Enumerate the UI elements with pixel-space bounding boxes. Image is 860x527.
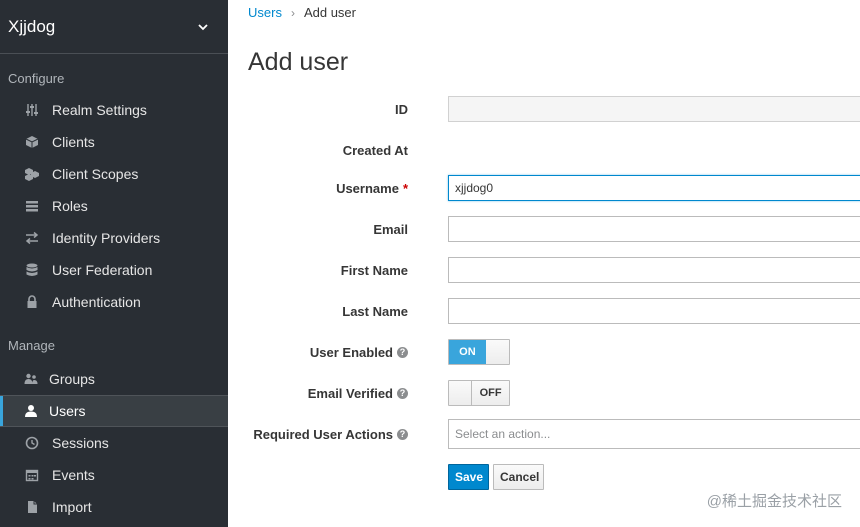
sidebar-item-authentication[interactable]: Authentication bbox=[0, 286, 228, 318]
first-name-row: First Name bbox=[228, 256, 860, 284]
last-name-label-text: Last Name bbox=[342, 303, 408, 319]
sidebar-item-identity-providers[interactable]: Identity Providers bbox=[0, 222, 228, 254]
sidebar-item-label: Client Scopes bbox=[52, 166, 139, 182]
email-verified-toggle[interactable]: OFF bbox=[448, 380, 510, 406]
toggle-off-label: OFF bbox=[472, 381, 509, 405]
created-at-label: Created At bbox=[343, 143, 408, 158]
required-actions-select[interactable] bbox=[448, 419, 860, 449]
toggle-knob bbox=[485, 340, 509, 364]
sidebar-item-label: Authentication bbox=[52, 294, 141, 310]
email-row: Email bbox=[228, 215, 860, 243]
sidebar-item-groups[interactable]: Groups bbox=[0, 363, 228, 395]
realm-name: Xjjdog bbox=[8, 16, 56, 36]
sidebar-item-roles[interactable]: Roles bbox=[0, 190, 228, 222]
username-field[interactable] bbox=[448, 175, 860, 201]
sidebar-item-label: Users bbox=[49, 403, 86, 419]
sidebar-item-realm-settings[interactable]: Realm Settings bbox=[0, 94, 228, 126]
manage-section-label: Manage bbox=[8, 338, 55, 353]
sidebar-item-label: Groups bbox=[49, 371, 95, 387]
last-name-label: Last Name bbox=[342, 304, 408, 319]
username-label-text: Username bbox=[336, 180, 399, 196]
cubes-icon bbox=[24, 166, 40, 182]
page-title: Add user bbox=[248, 48, 349, 76]
email-verified-label: Email Verified? bbox=[308, 386, 408, 401]
main-content: Users › Add user Add user ID Created At … bbox=[228, 0, 860, 527]
watermark: @稀土掘金技术社区 bbox=[706, 493, 842, 510]
sidebar-item-label: Roles bbox=[52, 198, 88, 214]
help-icon[interactable]: ? bbox=[397, 387, 408, 399]
sidebar-item-label: Realm Settings bbox=[52, 102, 147, 118]
import-icon bbox=[24, 499, 40, 515]
required-actions-label: Required User Actions? bbox=[253, 427, 408, 442]
toggle-knob bbox=[449, 381, 473, 405]
id-field bbox=[448, 96, 860, 122]
sidebar-item-user-federation[interactable]: User Federation bbox=[0, 254, 228, 286]
users-icon bbox=[23, 371, 39, 387]
sidebar-item-events[interactable]: Events bbox=[0, 459, 228, 491]
first-name-label: First Name bbox=[341, 263, 408, 278]
last-name-row: Last Name bbox=[228, 297, 860, 325]
sidebar-item-label: Events bbox=[52, 467, 95, 483]
manage-nav: Groups Users Sessions Events Import bbox=[0, 363, 228, 523]
id-label-text: ID bbox=[395, 101, 408, 117]
form-actions: Save Cancel bbox=[228, 463, 860, 491]
sidebar: Xjjdog Configure Realm Settings Clients … bbox=[0, 0, 228, 527]
configure-section-label: Configure bbox=[8, 71, 65, 86]
calendar-icon bbox=[24, 467, 40, 483]
cube-icon bbox=[24, 134, 40, 150]
help-icon[interactable]: ? bbox=[397, 428, 408, 440]
created-at-row: Created At bbox=[228, 136, 860, 164]
email-verified-label-text: Email Verified bbox=[307, 385, 393, 401]
required-asterisk: * bbox=[402, 180, 408, 196]
user-enabled-label-text: User Enabled bbox=[309, 344, 393, 360]
breadcrumb-users-link[interactable]: Users bbox=[248, 5, 282, 20]
clock-icon bbox=[24, 435, 40, 451]
required-actions-row: Required User Actions? bbox=[228, 419, 860, 449]
email-field[interactable] bbox=[448, 216, 860, 242]
username-label: Username * bbox=[336, 181, 408, 196]
breadcrumb-current: Add user bbox=[303, 5, 356, 20]
database-icon bbox=[24, 262, 40, 278]
lock-icon bbox=[24, 294, 40, 310]
chevron-down-icon bbox=[198, 23, 208, 30]
sidebar-item-label: Identity Providers bbox=[52, 230, 161, 246]
breadcrumb: Users › Add user bbox=[248, 5, 356, 20]
sidebar-item-label: Clients bbox=[52, 134, 95, 150]
sliders-icon bbox=[24, 102, 40, 118]
list-icon bbox=[24, 198, 40, 214]
sidebar-item-sessions[interactable]: Sessions bbox=[0, 427, 228, 459]
toggle-on-label: ON bbox=[449, 340, 486, 364]
sidebar-item-label: User Federation bbox=[52, 262, 153, 278]
sidebar-item-clients[interactable]: Clients bbox=[0, 126, 228, 158]
email-label: Email bbox=[373, 222, 408, 237]
last-name-field[interactable] bbox=[448, 298, 860, 324]
sidebar-item-users[interactable]: Users bbox=[0, 395, 228, 427]
realm-selector[interactable]: Xjjdog bbox=[0, 0, 228, 54]
username-row: Username * bbox=[228, 174, 860, 202]
id-label: ID bbox=[395, 102, 408, 117]
configure-nav: Realm Settings Clients Client Scopes Rol… bbox=[0, 94, 228, 318]
sidebar-item-label: Sessions bbox=[52, 435, 109, 451]
first-name-label-text: First Name bbox=[340, 262, 408, 278]
sidebar-item-client-scopes[interactable]: Client Scopes bbox=[0, 158, 228, 190]
user-icon bbox=[23, 403, 39, 419]
required-actions-label-text: Required User Actions bbox=[253, 426, 393, 442]
created-at-label-text: Created At bbox=[342, 142, 408, 158]
first-name-field[interactable] bbox=[448, 257, 860, 283]
email-label-text: Email bbox=[373, 221, 408, 237]
exchange-icon bbox=[24, 230, 40, 246]
breadcrumb-separator: › bbox=[290, 5, 295, 20]
user-enabled-toggle[interactable]: ON bbox=[448, 339, 510, 365]
sidebar-item-label: Import bbox=[52, 499, 92, 515]
help-icon[interactable]: ? bbox=[397, 346, 408, 358]
user-enabled-label: User Enabled? bbox=[310, 345, 408, 360]
id-row: ID bbox=[228, 95, 860, 123]
email-verified-row: Email Verified? OFF bbox=[228, 379, 860, 407]
user-enabled-row: User Enabled? ON bbox=[228, 338, 860, 366]
save-button[interactable]: Save bbox=[448, 464, 489, 490]
sidebar-item-import[interactable]: Import bbox=[0, 491, 228, 523]
cancel-button[interactable]: Cancel bbox=[493, 464, 544, 490]
